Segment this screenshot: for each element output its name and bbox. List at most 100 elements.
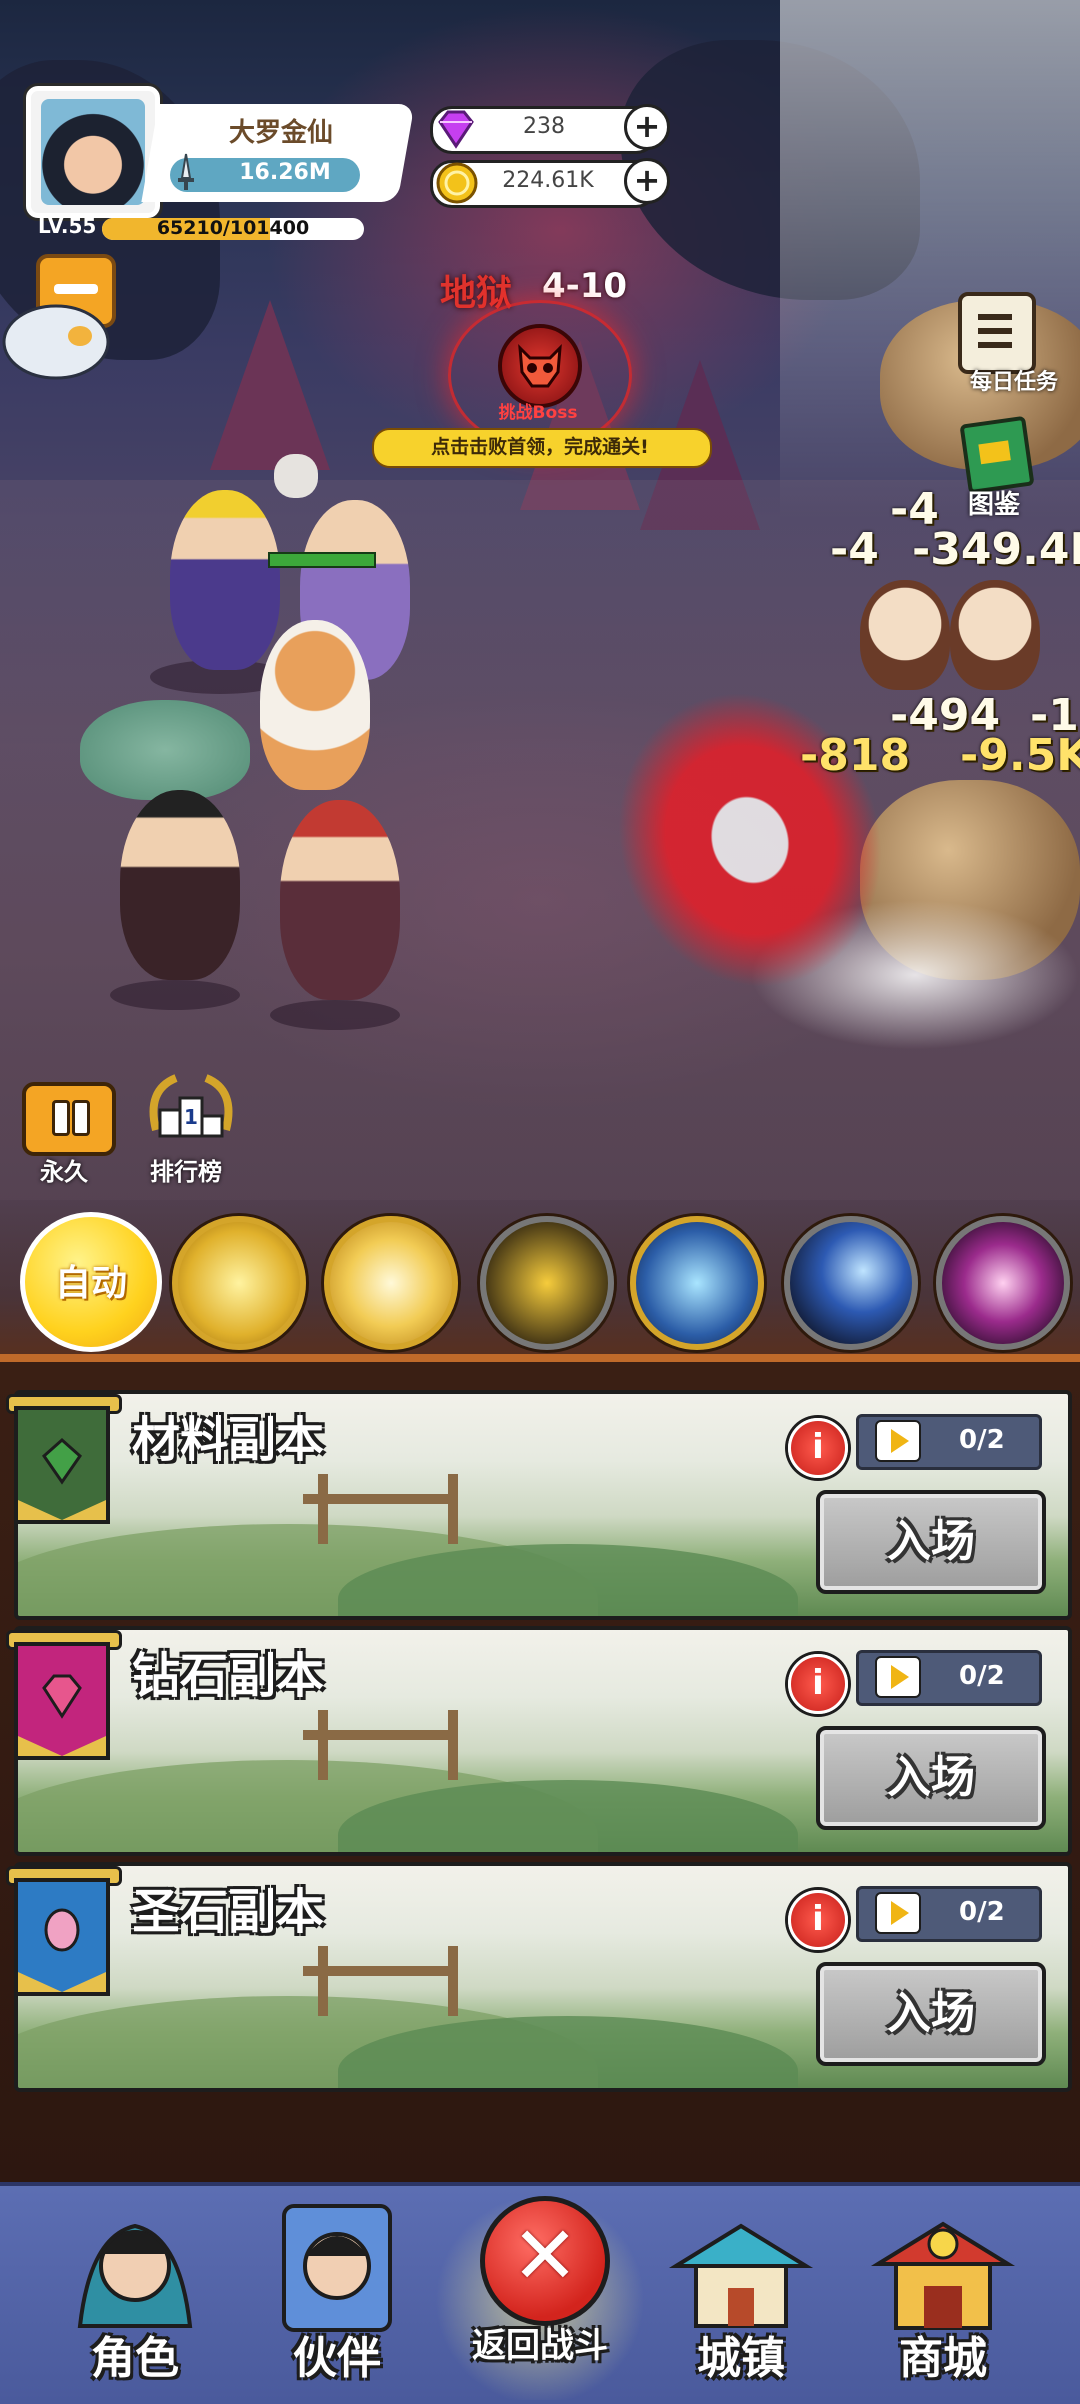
player-level: LV.55	[38, 214, 97, 238]
diamond-value: 238	[523, 114, 565, 139]
enter-label: 入场	[887, 1516, 975, 1567]
holystone-banner	[14, 1878, 110, 1996]
permanent-label: 永久	[40, 1158, 88, 1186]
add-coins-button[interactable]: +	[624, 158, 670, 204]
hero-judge	[120, 790, 240, 980]
enter-label: 入场	[887, 1988, 975, 2039]
combat-power-value: 16.26M	[239, 160, 331, 185]
green-gem-icon	[18, 1437, 106, 1520]
enter-material-dungeon-button[interactable]: 入场	[816, 1490, 1046, 1594]
pause-icon	[72, 1100, 90, 1136]
diamond-icon	[438, 110, 474, 149]
partner-scroll-icon	[282, 2204, 392, 2332]
dungeon-info-button[interactable]: i	[788, 1418, 848, 1478]
ticket-count: 0/2	[959, 1661, 1005, 1691]
dungeon-info-button[interactable]: i	[788, 1654, 848, 1714]
skull-prop	[274, 454, 318, 498]
nav-shop-label: 商城	[899, 2333, 987, 2384]
diamond-banner	[14, 1642, 110, 1760]
ticket-counter: 0/2	[856, 1650, 1042, 1706]
codex-label: 图鉴	[968, 490, 1021, 520]
holy-stone-icon	[18, 1908, 106, 1992]
ranking-label: 排行榜	[150, 1158, 222, 1186]
eagle-pet-icon	[2, 304, 110, 380]
play-ticket-icon	[875, 1420, 921, 1462]
card-fence	[318, 1474, 458, 1544]
hero-shadow	[270, 1000, 400, 1030]
nav-shop-button[interactable]: 商城	[858, 2196, 1028, 2396]
play-ticket-icon	[875, 1656, 921, 1698]
nav-town-button[interactable]: 城镇	[656, 2196, 826, 2396]
play-triangle-icon	[891, 1665, 909, 1689]
challenge-boss-label: 挑战Boss	[498, 403, 578, 423]
dungeon-title: 材料副本	[132, 1412, 325, 1468]
nav-town-label: 城镇	[697, 2333, 785, 2384]
player-avatar[interactable]	[26, 86, 160, 218]
card-fence	[303, 1966, 453, 1976]
dungeon-title: 钻石副本	[132, 1648, 325, 1704]
hero-emperor	[170, 490, 280, 670]
blue-meteor-skill-button[interactable]	[784, 1216, 918, 1350]
exp-text: 65210/101400	[156, 217, 310, 239]
permanent-pause-button[interactable]	[22, 1082, 116, 1156]
pause-icon	[52, 1100, 70, 1136]
task-list-icon	[978, 314, 1012, 348]
auto-battle-label: 自动	[54, 1263, 127, 1304]
ticket-counter: 0/2	[856, 1886, 1042, 1942]
pink-diamond-icon	[18, 1674, 106, 1756]
ticket-count: 0/2	[959, 1897, 1005, 1927]
nav-role-label: 角色	[91, 2333, 179, 2384]
card-fence	[318, 1710, 458, 1780]
town-building-icon	[668, 2223, 814, 2328]
challenge-boss-button[interactable]	[498, 324, 582, 408]
ticket-counter: 0/2	[856, 1414, 1042, 1470]
podium-icon[interactable]: 1	[146, 1070, 236, 1150]
svg-text:1: 1	[184, 1105, 198, 1129]
dungeon-title: 圣石副本	[132, 1884, 325, 1940]
hero-wings	[80, 700, 250, 800]
add-diamonds-button[interactable]: +	[624, 104, 670, 150]
book-icon	[978, 440, 1011, 465]
enter-diamond-dungeon-button[interactable]: 入场	[816, 1726, 1046, 1830]
enter-holystone-dungeon-button[interactable]: 入场	[816, 1962, 1046, 2066]
enter-label: 入场	[887, 1752, 975, 1803]
hero-shadow	[110, 980, 240, 1010]
enemy-character[interactable]	[950, 580, 1040, 690]
sword-icon	[178, 153, 194, 190]
damage-number: -349.4K	[912, 524, 1080, 575]
golden-whirlwind-skill-button[interactable]	[324, 1216, 458, 1350]
codex-button[interactable]	[959, 415, 1035, 495]
player-name: 大罗金仙	[228, 118, 333, 148]
play-ticket-icon	[875, 1892, 921, 1934]
play-triangle-icon	[891, 1429, 909, 1453]
daily-tasks-button[interactable]	[958, 292, 1036, 374]
minus-icon	[54, 284, 98, 294]
coin-icon	[436, 162, 478, 204]
card-fence	[318, 1946, 458, 2016]
dungeon-info-button[interactable]: i	[788, 1890, 848, 1950]
rock-spike	[210, 300, 330, 470]
damage-number: -818	[800, 730, 911, 781]
card-fence	[303, 1730, 453, 1740]
purple-vortex-skill-button[interactable]	[936, 1216, 1070, 1350]
card-fence	[303, 1494, 453, 1504]
thunder-scroll-skill-button[interactable]	[630, 1216, 764, 1350]
hero-hp-bar	[268, 552, 376, 568]
gold-coin-skill-button[interactable]	[172, 1216, 306, 1350]
demon-skull-icon	[518, 344, 562, 388]
nav-partner-button[interactable]: 伙伴	[252, 2196, 422, 2396]
close-icon: ✕	[511, 2209, 579, 2302]
damage-number: -9.5K	[960, 730, 1080, 781]
coin-value: 224.61K	[502, 168, 594, 193]
daily-tasks-label: 每日任务	[970, 370, 1059, 395]
hero-shiba	[260, 620, 370, 790]
shop-building-icon	[870, 2221, 1016, 2330]
material-banner	[14, 1406, 110, 1524]
return-to-battle-label: 返回战斗	[472, 2326, 608, 2366]
nav-role-button[interactable]: 角色	[50, 2196, 220, 2396]
avatar-face	[41, 99, 145, 205]
enemy-character[interactable]	[860, 580, 950, 690]
return-to-battle-button[interactable]: ✕	[480, 2196, 610, 2326]
sword-rain-skill-button[interactable]	[480, 1216, 614, 1350]
role-character-icon	[77, 2223, 193, 2328]
